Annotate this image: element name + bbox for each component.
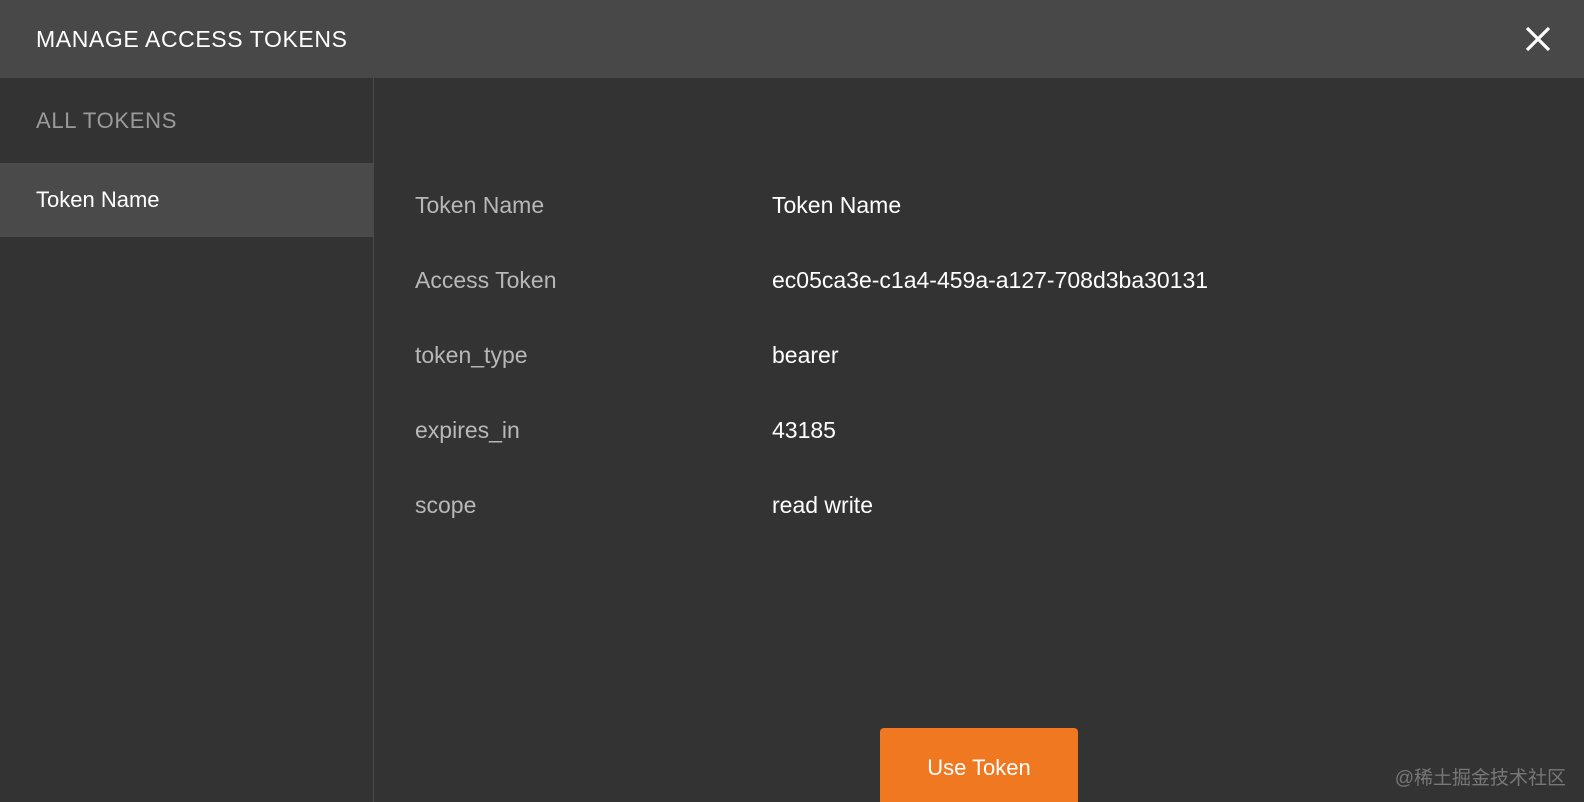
detail-value-scope: read write	[772, 492, 873, 518]
sidebar-heading-all-tokens: ALL TOKENS	[36, 107, 178, 133]
detail-row-access-token: Access Token ec05ca3e-c1a4-459a-a127-708…	[415, 267, 1584, 342]
detail-value-token-name: Token Name	[772, 192, 902, 218]
sidebar-item-label: Token Name	[36, 187, 160, 212]
use-token-button[interactable]: Use Token	[880, 728, 1078, 802]
detail-label: Token Name	[415, 192, 545, 218]
detail-value-expires-in: 43185	[772, 417, 836, 443]
page-title: MANAGE ACCESS TOKENS	[36, 25, 348, 52]
detail-label: token_type	[415, 342, 528, 368]
detail-row-token-type: token_type bearer	[415, 342, 1584, 417]
close-button[interactable]	[1514, 15, 1562, 63]
action-area: Use Token	[374, 728, 1584, 802]
detail-row-expires-in: expires_in 43185	[415, 417, 1584, 492]
token-detail-panel: Token Name Token Name Access Token ec05c…	[374, 78, 1584, 802]
manage-access-tokens-dialog: MANAGE ACCESS TOKENS ALL TOKENS Token Na…	[0, 0, 1584, 802]
detail-row-token-name: Token Name Token Name	[415, 192, 1584, 267]
sidebar-item-token-name[interactable]: Token Name	[0, 163, 373, 237]
token-detail-list: Token Name Token Name Access Token ec05c…	[374, 102, 1584, 567]
detail-value-token-type: bearer	[772, 342, 839, 368]
detail-label: scope	[415, 492, 477, 518]
detail-label: expires_in	[415, 417, 520, 443]
dialog-body: ALL TOKENS Token Name Token Name Token N…	[0, 78, 1584, 802]
detail-row-scope: scope read write	[415, 492, 1584, 567]
detail-label: Access Token	[415, 267, 557, 293]
detail-value-access-token[interactable]: ec05ca3e-c1a4-459a-a127-708d3ba30131	[772, 267, 1208, 294]
sidebar: ALL TOKENS Token Name	[0, 78, 374, 802]
close-icon	[1524, 25, 1552, 53]
dialog-header: MANAGE ACCESS TOKENS	[0, 0, 1584, 78]
